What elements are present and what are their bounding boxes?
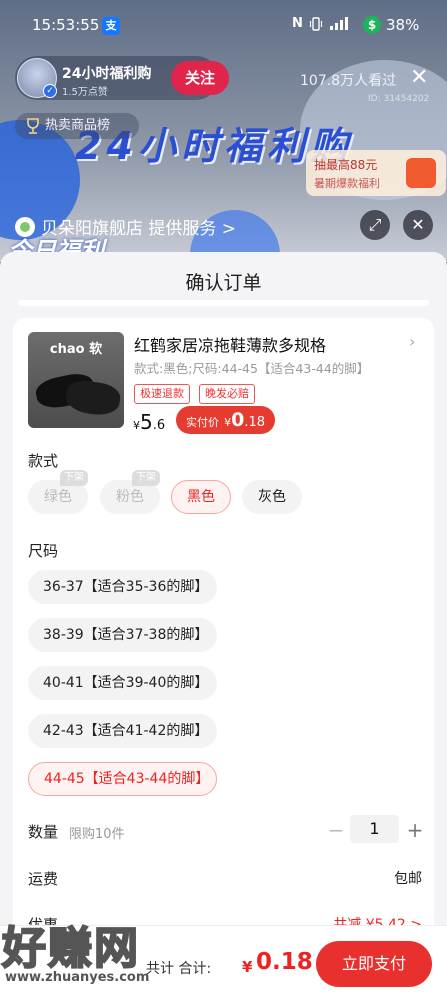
verified-icon: ✓ — [43, 84, 57, 98]
minus-icon[interactable]: − — [324, 815, 348, 845]
dollar-icon: $ — [363, 16, 381, 34]
style-label: 款式 — [28, 452, 59, 470]
style-option-label: 灰色 — [258, 489, 286, 505]
status-time: 15:53:55 — [32, 16, 100, 34]
size-option-40-41[interactable]: 40-41【适合39-40的脚】 — [28, 666, 217, 700]
style-option-black[interactable]: 黑色 — [171, 480, 231, 514]
hot-products-button[interactable]: 热卖商品榜 — [15, 113, 139, 139]
pay-now-button[interactable]: 立即支付 — [316, 941, 432, 987]
watermark-url: www.zhuanyes.com — [5, 970, 150, 985]
style-option-green[interactable]: 绿色 下架 — [28, 470, 88, 514]
product-spec: 款式:黑色;尺码:44-45【适合43-44的脚】 — [134, 361, 370, 376]
quantity-stepper[interactable]: 1 — [350, 815, 399, 843]
close-icon[interactable]: ✕ — [403, 210, 433, 240]
shipping-value: 包邮 — [394, 871, 422, 887]
product-name[interactable]: 红鹤家居凉拖鞋薄款多规格 — [134, 332, 326, 356]
follow-button[interactable]: 关注 — [171, 61, 229, 95]
product-image[interactable]: chao 软 — [28, 332, 124, 428]
hot-products-label: 热卖商品榜 — [45, 118, 111, 133]
battery-percent: 38% — [386, 16, 420, 34]
price-decimal: .6 — [152, 418, 166, 433]
promo-title: 抽最高88元 — [314, 158, 378, 172]
quantity-limit: 限购10件 — [69, 827, 125, 842]
original-price: ¥5.6 — [133, 410, 165, 434]
real-price-decimal: .18 — [244, 415, 266, 430]
watermark-text: 好赚网 — [1, 922, 140, 975]
status-bar: 15:53:55 支 N $ 38% — [0, 0, 447, 52]
status-icons: N — [292, 16, 351, 31]
watermark: 好赚网 www.zhuanyes.com — [1, 912, 202, 992]
style-option-label: 绿色 — [44, 489, 72, 505]
trophy-icon — [27, 118, 39, 134]
total-symbol: ¥ — [242, 958, 253, 976]
off-shelf-badge: 下架 — [132, 470, 160, 486]
store-service-label: 贝朵阳旗舰店 提供服务 > — [41, 219, 237, 239]
style-option-label: 粉色 — [116, 489, 144, 505]
streamer-likes: 1.5万点赞 — [62, 87, 108, 98]
viewer-count: 107.8万人看过 — [300, 73, 397, 89]
shipping-label: 运费 — [28, 870, 59, 888]
off-shelf-badge: 下架 — [60, 470, 88, 486]
size-option-38-39[interactable]: 38-39【适合37-38的脚】 — [28, 618, 217, 652]
confirm-order-sheet: 确认订单 chao 软 红鹤家居凉拖鞋薄款多规格 › 款式:黑色;尺码:44-4… — [0, 252, 447, 1000]
order-card: chao 软 红鹤家居凉拖鞋薄款多规格 › 款式:黑色;尺码:44-45【适合4… — [13, 318, 434, 1000]
plus-icon[interactable]: + — [403, 815, 427, 845]
alipay-icon: 支 — [102, 17, 120, 35]
promo-subtitle: 暑期爆款福利 — [314, 177, 380, 190]
close-live-icon[interactable]: ✕ — [410, 67, 428, 89]
fast-refund-tag: 极速退款 — [134, 384, 190, 404]
gift-icon — [406, 158, 436, 188]
size-label: 尺码 — [28, 542, 59, 560]
nfc-icon: N — [292, 16, 303, 31]
real-price-label: 实付价 — [186, 416, 219, 429]
product-image-caption: chao 软 — [49, 342, 103, 357]
chevron-right-icon[interactable]: › — [409, 332, 415, 351]
room-id: ID: 31454202 — [368, 94, 430, 104]
store-logo-icon — [15, 216, 35, 237]
slipper-shape — [64, 378, 122, 418]
real-price-integer: 0 — [231, 409, 245, 431]
size-option-44-45[interactable]: 44-45【适合43-44的脚】 — [28, 762, 217, 796]
style-option-label: 黑色 — [187, 489, 215, 505]
size-option-42-43[interactable]: 42-43【适合41-42的脚】 — [28, 714, 217, 748]
style-option-grey[interactable]: 灰色 — [242, 480, 302, 514]
vibrate-icon — [309, 16, 322, 31]
total-amount: 0.18 — [256, 949, 313, 975]
size-option-36-37[interactable]: 36-37【适合35-36的脚】 — [28, 570, 217, 604]
expand-icon[interactable]: ⤢ — [360, 210, 390, 240]
real-price-badge: 实付价 ¥0.18 — [176, 406, 276, 434]
late-compensation-tag: 晚发必赔 — [199, 384, 255, 404]
price-integer: 5 — [140, 410, 153, 434]
promo-banner[interactable]: 抽最高88元 暑期爆款福利 — [306, 150, 446, 196]
quantity-label: 数量 — [28, 823, 59, 841]
style-option-pink[interactable]: 粉色 下架 — [100, 470, 160, 514]
divider — [18, 300, 429, 306]
store-service-link[interactable]: 贝朵阳旗舰店 提供服务 > — [15, 214, 236, 239]
price-symbol: ¥ — [133, 419, 140, 432]
sheet-title: 确认订单 — [185, 272, 262, 294]
streamer-name: 24小时福利购 — [62, 66, 152, 82]
streamer-pill[interactable]: ✓ 24小时福利购 1.5万点赞 关注 — [15, 56, 229, 100]
signal-icon — [329, 16, 348, 30]
